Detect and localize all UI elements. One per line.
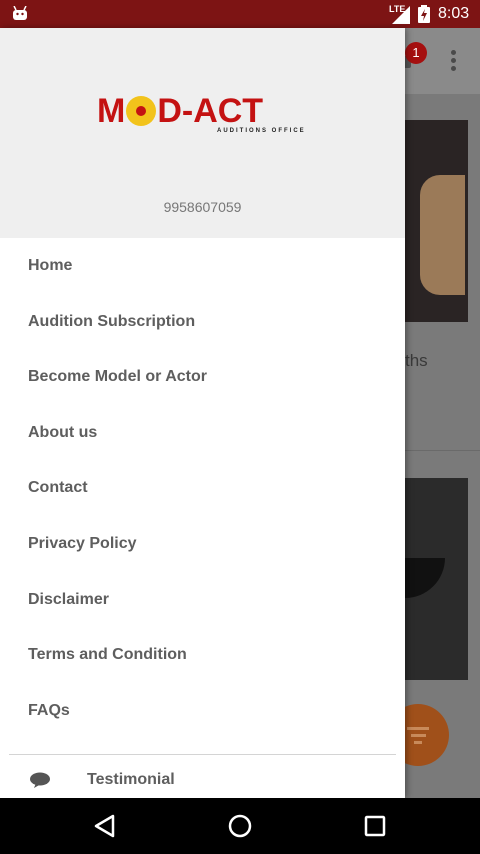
clock: 8:03 bbox=[438, 5, 470, 22]
logo-subtitle: AUDITIONS OFFICE bbox=[217, 128, 306, 134]
battery-icon bbox=[418, 5, 430, 23]
menu-item-become-model[interactable]: Become Model or Actor bbox=[0, 349, 405, 405]
drawer-menu: Home Audition Subscription Become Model … bbox=[0, 238, 405, 738]
phone-number: 9958607059 bbox=[163, 199, 242, 215]
menu-item-privacy-policy[interactable]: Privacy Policy bbox=[0, 516, 405, 572]
background-divider bbox=[405, 450, 480, 451]
background-toolbar: 1 bbox=[405, 28, 480, 94]
filter-icon bbox=[407, 727, 429, 748]
notification-badge: 1 bbox=[405, 42, 427, 64]
recents-icon[interactable] bbox=[361, 812, 389, 840]
menu-item-contact[interactable]: Contact bbox=[0, 460, 405, 516]
background-app: 1 ths bbox=[405, 28, 480, 798]
menu-divider bbox=[9, 754, 396, 755]
menu-item-disclaimer[interactable]: Disclaimer bbox=[0, 572, 405, 628]
menu-item-audition-subscription[interactable]: Audition Subscription bbox=[0, 294, 405, 350]
filter-fab bbox=[405, 704, 449, 766]
overflow-menu-icon bbox=[451, 50, 456, 74]
drawer-header: M D-ACT AUDITIONS OFFICE 9958607059 bbox=[0, 28, 405, 238]
signal-icon bbox=[392, 6, 410, 24]
menu-item-terms[interactable]: Terms and Condition bbox=[0, 627, 405, 683]
status-bar: LTE 8:03 bbox=[0, 0, 480, 28]
background-text: ths bbox=[405, 351, 428, 370]
background-card-image bbox=[405, 120, 468, 322]
menu-item-home[interactable]: Home bbox=[0, 238, 405, 294]
menu-item-about-us[interactable]: About us bbox=[0, 405, 405, 461]
system-nav-bar bbox=[0, 798, 480, 854]
chat-bubble-icon bbox=[30, 772, 50, 788]
mod-act-logo: M D-ACT AUDITIONS OFFICE bbox=[97, 92, 309, 142]
logo-text: M D-ACT bbox=[97, 92, 264, 130]
back-icon[interactable] bbox=[91, 812, 119, 840]
home-icon[interactable] bbox=[226, 812, 254, 840]
background-card-image bbox=[405, 478, 468, 680]
menu-item-testimonial[interactable]: Testimonial bbox=[0, 768, 405, 798]
android-icon bbox=[13, 6, 27, 20]
testimonial-label: Testimonial bbox=[87, 771, 175, 788]
film-reel-icon bbox=[126, 96, 157, 126]
navigation-drawer: M D-ACT AUDITIONS OFFICE 9958607059 Home … bbox=[0, 28, 405, 798]
menu-item-faqs[interactable]: FAQs bbox=[0, 683, 405, 739]
